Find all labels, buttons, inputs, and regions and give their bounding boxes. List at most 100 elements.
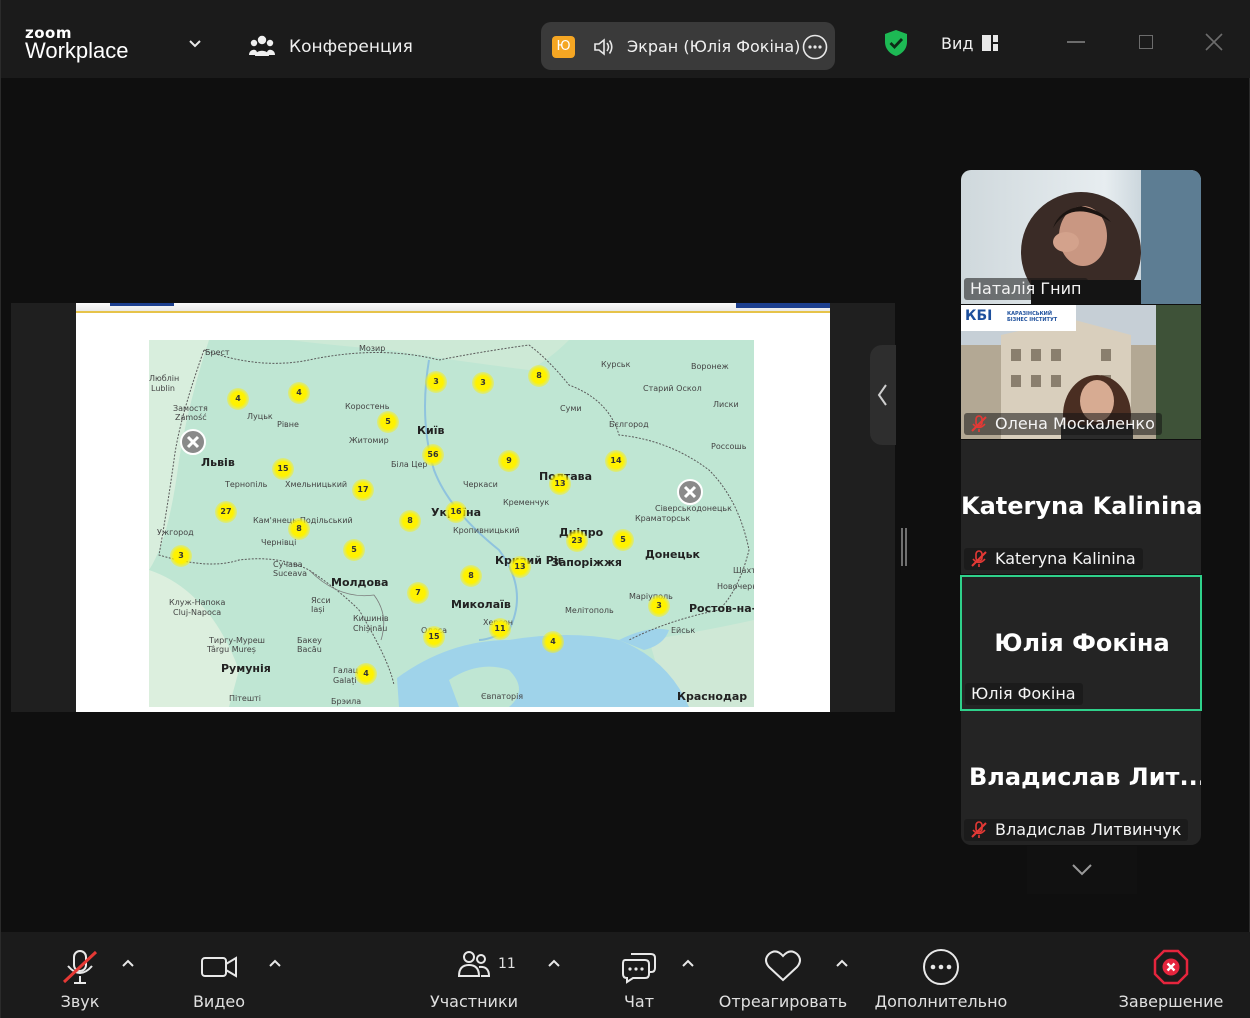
screen-share-indicator[interactable]: Ю Экран (Юлія Фокіна)	[541, 22, 835, 70]
map-cluster-marker: 8	[399, 510, 421, 532]
slide-accent-right	[736, 303, 830, 308]
map-cluster-marker: 7	[407, 582, 429, 604]
map-cluster-marker: 5	[343, 539, 365, 561]
map-label: Кишинів	[353, 614, 389, 623]
map-label: Iași	[311, 605, 325, 614]
meeting-label[interactable]: Конференция	[289, 37, 413, 57]
map-label: Чернівці	[261, 538, 297, 547]
map-label: Сучава	[273, 560, 303, 569]
map-label: Луцьк	[247, 412, 273, 421]
participant-tile[interactable]: КБІ КАРАЗІНСЬКИЙ БІЗНЕС ІНСТИТУТ Олена М…	[961, 305, 1201, 439]
participants-icon	[457, 951, 491, 977]
map-cluster-marker: 3	[472, 372, 494, 394]
map-ukraine: Мозир Брест Люблін Lublin Курськ Воронеж…	[149, 340, 754, 707]
scroll-participants-down-button[interactable]	[1027, 846, 1137, 894]
chat-bubble-icon	[622, 953, 656, 984]
participant-name-label: Владислав Литвинчук	[964, 819, 1189, 841]
participant-name-label: Олена Москаленко	[964, 413, 1162, 435]
view-menu-label[interactable]: Вид	[941, 34, 973, 53]
video-options-caret-icon[interactable]	[268, 958, 282, 968]
view-layout-icon[interactable]	[981, 34, 999, 52]
map-label: Черкаси	[463, 480, 498, 489]
map-label: Євпаторія	[481, 692, 524, 701]
title-bar: zoom Workplace Конференция Ю Экран (Юлія…	[1, 0, 1250, 78]
react-button[interactable]: Отреагировать	[715, 932, 851, 1018]
video-camera-icon	[201, 956, 237, 978]
map-cluster-marker: 5	[377, 411, 399, 433]
more-options-icon	[923, 949, 959, 985]
map-label: Миколаїв	[451, 598, 511, 611]
map-label: Рівне	[277, 420, 299, 429]
chat-button[interactable]: Чат	[607, 932, 671, 1018]
map-label: Суми	[560, 404, 582, 413]
window-minimize-button[interactable]	[1067, 41, 1085, 43]
map-cluster-marker: 17	[352, 479, 374, 501]
participant-tile[interactable]: Владислав Лит... Владислав Литвинчук	[961, 711, 1201, 845]
chat-options-caret-icon[interactable]	[681, 958, 695, 968]
window-maximize-button[interactable]	[1139, 35, 1153, 49]
heart-icon	[765, 950, 801, 982]
splitter-handle-icon[interactable]	[901, 528, 907, 566]
participant-name: Юлія Фокіна	[971, 684, 1076, 703]
institute-logo: КБІ	[965, 308, 993, 324]
map-cluster-marker: 11	[489, 618, 511, 640]
map-label: Старий Оскол	[643, 384, 702, 393]
map-cluster-marker: 4	[542, 631, 564, 653]
shared-screen-area[interactable]: Мозир Брест Люблін Lublin Курськ Воронеж…	[11, 303, 895, 712]
map-label: Cluj-Napoca	[173, 608, 222, 617]
participants-button[interactable]: 11 Участники	[426, 932, 522, 1018]
participant-name: Kateryna Kalinina	[995, 549, 1136, 568]
participant-tile-active-speaker[interactable]: Юлія Фокіна Юлія Фокіна	[960, 575, 1202, 711]
map-label: Клуж-Напока	[169, 598, 226, 607]
participant-name-label: Юлія Фокіна	[965, 683, 1083, 705]
more-options-icon[interactable]	[802, 34, 828, 60]
react-options-caret-icon[interactable]	[835, 958, 849, 968]
map-cluster-marker: 9	[498, 450, 520, 472]
participant-name-label: Kateryna Kalinina	[964, 548, 1143, 570]
participant-tile[interactable]: Наталія Гнип	[961, 170, 1201, 304]
map-label: Краснодар	[677, 690, 748, 703]
chevron-down-icon[interactable]	[187, 36, 203, 52]
sharer-avatar: Ю	[552, 36, 575, 58]
map-label: Zamość	[175, 413, 207, 422]
microphone-muted-icon	[971, 821, 987, 838]
map-cluster-marker: 15	[272, 458, 294, 480]
map-label: Тиргу-Муреш	[209, 636, 265, 645]
collapse-panel-button[interactable]	[870, 345, 896, 445]
map-label: Ясси	[311, 596, 331, 605]
window-close-button[interactable]	[1205, 33, 1223, 51]
map-label: Бакеу	[297, 636, 322, 645]
chat-label: Чат	[623, 992, 655, 1011]
map-label: Краматорськ	[635, 514, 691, 523]
video-label: Видео	[192, 992, 246, 1011]
audio-label: Звук	[60, 992, 100, 1011]
participants-options-caret-icon[interactable]	[547, 958, 561, 968]
map-cluster-marker: 8	[288, 518, 310, 540]
encryption-shield-icon[interactable]	[882, 29, 910, 57]
chevron-down-icon	[1072, 864, 1092, 876]
map-label: Ростов-на-Д	[689, 602, 754, 615]
more-button[interactable]: Дополнительно	[867, 932, 1015, 1018]
end-meeting-label: Завершение	[1118, 992, 1224, 1011]
speaker-icon[interactable]	[593, 37, 615, 57]
screen-share-label: Экран (Юлія Фокіна)	[627, 37, 801, 56]
map-cluster-marker: 3	[648, 595, 670, 617]
audio-options-caret-icon[interactable]	[121, 958, 135, 968]
map-label: Ейськ	[671, 626, 696, 635]
participant-tile[interactable]: Kateryna Kalinina Kateryna Kalinina	[961, 440, 1201, 574]
map-cluster-marker: 27	[215, 501, 237, 523]
map-cluster-marker: 15	[423, 626, 445, 648]
video-button[interactable]: Видео	[179, 932, 259, 1018]
map-label: Румунія	[221, 662, 271, 675]
map-cluster-marker: 3	[170, 545, 192, 567]
brand-logo-product: Workplace	[25, 38, 129, 63]
map-label: Мелітополь	[565, 606, 614, 615]
map-label: Житомир	[349, 436, 389, 445]
map-label: Брест	[205, 348, 230, 357]
map-label: Молдова	[331, 576, 389, 589]
audio-button[interactable]: Звук	[41, 932, 119, 1018]
end-meeting-button[interactable]: Завершение	[1111, 932, 1231, 1018]
participants-group-icon	[249, 35, 275, 56]
slide-accent-left	[110, 303, 174, 306]
map-label: Новочерк	[717, 582, 754, 591]
